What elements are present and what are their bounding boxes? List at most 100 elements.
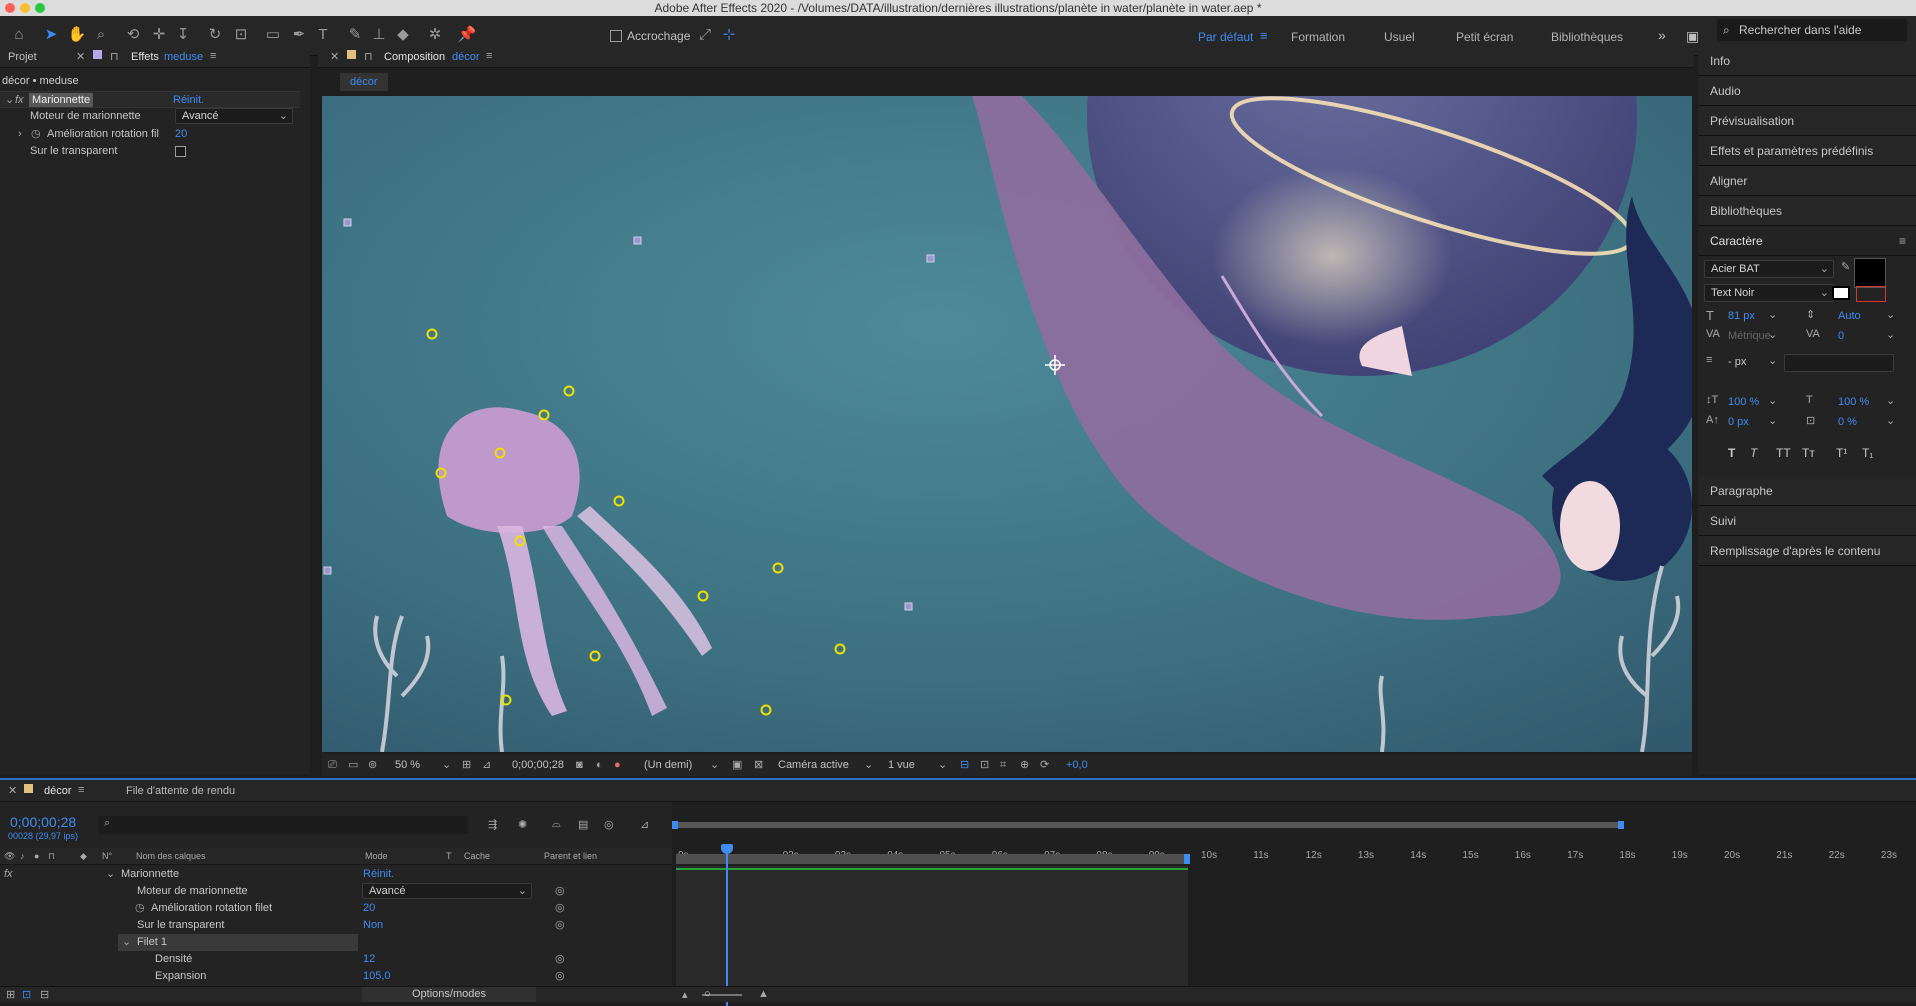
rotation-tool-icon[interactable]: ↻ — [204, 24, 226, 46]
workspace-petit-ecran[interactable]: Petit écran — [1456, 30, 1513, 44]
chevron-down-icon[interactable]: ⌄ — [710, 754, 719, 776]
workspace-bibliotheques[interactable]: Bibliothèques — [1551, 30, 1623, 44]
panel-menu-icon[interactable]: ≡ — [486, 50, 492, 62]
expression-link-icon[interactable]: ◎ — [555, 968, 565, 985]
workspace-formation[interactable]: Formation — [1291, 30, 1345, 44]
effect-name[interactable]: Marionnette — [29, 93, 94, 107]
panel-audio[interactable]: Audio — [1698, 76, 1916, 106]
help-search-input[interactable]: ⌕ Rechercher dans l'aide — [1717, 19, 1907, 41]
row-value[interactable]: Réinit. — [363, 866, 394, 883]
subscript-button[interactable]: T₁ — [1862, 446, 1873, 460]
graph-editor-icon[interactable]: ⊿ — [640, 818, 649, 831]
fill-color-swatch[interactable] — [1854, 258, 1886, 288]
workspace-panel-icon[interactable]: ▣ — [1686, 28, 1699, 45]
panel-character-header[interactable]: Caractère ≡ — [1698, 226, 1916, 256]
font-size-value[interactable]: 81 px — [1728, 310, 1755, 322]
font-style-dropdown[interactable]: Text Noir ⌄ — [1704, 284, 1834, 302]
panel-paragraph[interactable]: Paragraphe — [1698, 476, 1916, 506]
panel-preview[interactable]: Prévisualisation — [1698, 106, 1916, 136]
viewer-timecode[interactable]: 0;00;00;28 — [512, 754, 564, 776]
time-graph[interactable]: 0s02s03s04s05s06s07s08s09s10s11s12s13s14… — [672, 802, 1916, 1006]
composition-tab-name[interactable]: décor — [452, 51, 480, 63]
chevron-down-icon[interactable]: ⌄ — [1768, 414, 1777, 427]
baseline-shift-value[interactable]: 0 px — [1728, 416, 1749, 428]
workspace-usuel[interactable]: Usuel — [1384, 30, 1415, 44]
expression-link-icon[interactable]: ◎ — [555, 883, 565, 900]
selection-tool-icon[interactable]: ➤ — [40, 24, 62, 46]
chevron-down-icon[interactable]: ⌄ — [442, 754, 451, 776]
rectangle-tool-icon[interactable]: ▭ — [262, 24, 284, 46]
panel-libraries[interactable]: Bibliothèques — [1698, 196, 1916, 226]
snap-option-icon[interactable]: ⤢ — [694, 24, 716, 46]
frame-blending-icon[interactable]: ▤ — [578, 818, 588, 831]
composition-mini-flowchart-icon[interactable]: ⇶ — [488, 818, 497, 831]
time-ruler[interactable]: 0s02s03s04s05s06s07s08s09s10s11s12s13s14… — [672, 802, 1916, 862]
snap-target-icon[interactable]: ⊹ — [718, 24, 740, 46]
timeline-row-mesh[interactable]: ⌄ Filet 1 — [0, 934, 672, 951]
transparency-grid-icon[interactable]: ▣ — [732, 754, 742, 776]
in-out-icon[interactable]: ⊟ — [40, 988, 49, 1001]
lock-icon[interactable]: ⊓ — [364, 50, 373, 63]
row-value[interactable]: Non — [363, 917, 383, 934]
channels-icon[interactable]: ● — [614, 754, 621, 776]
monitor-icon[interactable]: ▭ — [348, 754, 358, 776]
mask-visibility-icon[interactable]: ⊚ — [368, 754, 377, 776]
snapping-checkbox[interactable] — [610, 30, 622, 42]
lock-icon[interactable]: ⊓ — [48, 848, 55, 865]
chevron-down-icon[interactable]: ⌄ — [938, 754, 947, 776]
work-area-bar[interactable] — [676, 854, 1188, 864]
panel-tracker[interactable]: Suivi — [1698, 506, 1916, 536]
chevron-down-icon[interactable]: ⌄ — [1768, 394, 1777, 407]
snapshot-icon[interactable]: ◙ — [576, 754, 583, 776]
chevron-down-icon[interactable]: ⌄ — [1886, 328, 1895, 341]
layer-search-input[interactable]: ⌕ — [98, 816, 468, 834]
on-transparent-checkbox[interactable] — [175, 146, 186, 157]
more-workspaces-icon[interactable]: » — [1658, 27, 1666, 43]
eye-icon[interactable]: 👁 — [4, 848, 15, 865]
zoom-in-icon[interactable]: ▲ — [758, 988, 769, 1000]
timeline-row-on-transparent[interactable]: Sur le transparent Non ◎ — [0, 917, 672, 934]
timeline-icon[interactable]: ⌗ — [1000, 754, 1006, 776]
chevron-down-icon[interactable]: ⌄ — [1886, 308, 1895, 321]
effect-reset-link[interactable]: Réinit. — [173, 92, 204, 109]
timeline-row-rotation-refinement[interactable]: ◷ Amélioration rotation filet 20 ◎ — [0, 900, 672, 917]
tab-projet[interactable]: Projet — [8, 51, 37, 63]
col-layer-name[interactable]: Nom des calques — [136, 848, 206, 865]
col-number[interactable]: N° — [102, 848, 112, 865]
zoom-slider-handle[interactable]: ○ — [704, 988, 711, 1000]
composition-viewer[interactable] — [322, 96, 1692, 752]
expand-effect-icon[interactable]: ⌄ — [5, 92, 14, 109]
puppet-engine-dropdown[interactable]: Avancé ⌄ — [175, 108, 293, 124]
resolution-dropdown[interactable]: (Un demi) — [644, 754, 692, 776]
vertical-scale-value[interactable]: 100 % — [1728, 396, 1759, 408]
toggle-pixel-aspect-icon[interactable]: ⊟ — [960, 754, 969, 776]
font-family-dropdown[interactable]: Acier BAT ⌄ — [1704, 260, 1834, 278]
panel-info[interactable]: Info — [1698, 46, 1916, 76]
tab-effets[interactable]: Effets — [131, 51, 159, 63]
close-window-button[interactable] — [5, 3, 15, 13]
zoom-out-icon[interactable]: ▴ — [682, 988, 688, 1001]
eyedropper-icon[interactable]: ✎ — [1841, 260, 1850, 273]
kerning-value[interactable]: Métrique — [1728, 330, 1771, 342]
dolly-camera-icon[interactable]: ↧ — [172, 24, 194, 46]
col-parent[interactable]: Parent et lien — [544, 848, 597, 865]
current-time-indicator[interactable] — [726, 846, 728, 1006]
exposure-value[interactable]: +0,0 — [1066, 754, 1088, 776]
expand-param-icon[interactable]: › — [18, 126, 22, 143]
shy-layers-icon[interactable]: ⌓ — [552, 818, 561, 831]
timeline-row-expansion[interactable]: Expansion 105,0 ◎ — [0, 968, 672, 985]
always-preview-icon[interactable]: ⎚ — [328, 754, 337, 776]
stroke-style-dropdown[interactable] — [1784, 354, 1894, 372]
composition-tab-label[interactable]: Composition — [384, 51, 445, 63]
pen-tool-icon[interactable]: ✒ — [288, 24, 310, 46]
chevron-down-icon[interactable]: ⌄ — [864, 754, 873, 776]
tab-render-queue[interactable]: File d'attente de rendu — [126, 785, 235, 797]
expression-link-icon[interactable]: ◎ — [555, 951, 565, 968]
audio-icon[interactable]: ♪ — [20, 848, 25, 865]
anchor-point-tool-icon[interactable]: ⊡ — [230, 24, 252, 46]
expand-icon[interactable]: ⌄ — [122, 934, 131, 951]
expression-link-icon[interactable]: ◎ — [555, 900, 565, 917]
lock-icon[interactable]: ⊓ — [110, 50, 119, 63]
views-dropdown[interactable]: 1 vue — [888, 754, 915, 776]
panel-align[interactable]: Aligner — [1698, 166, 1916, 196]
